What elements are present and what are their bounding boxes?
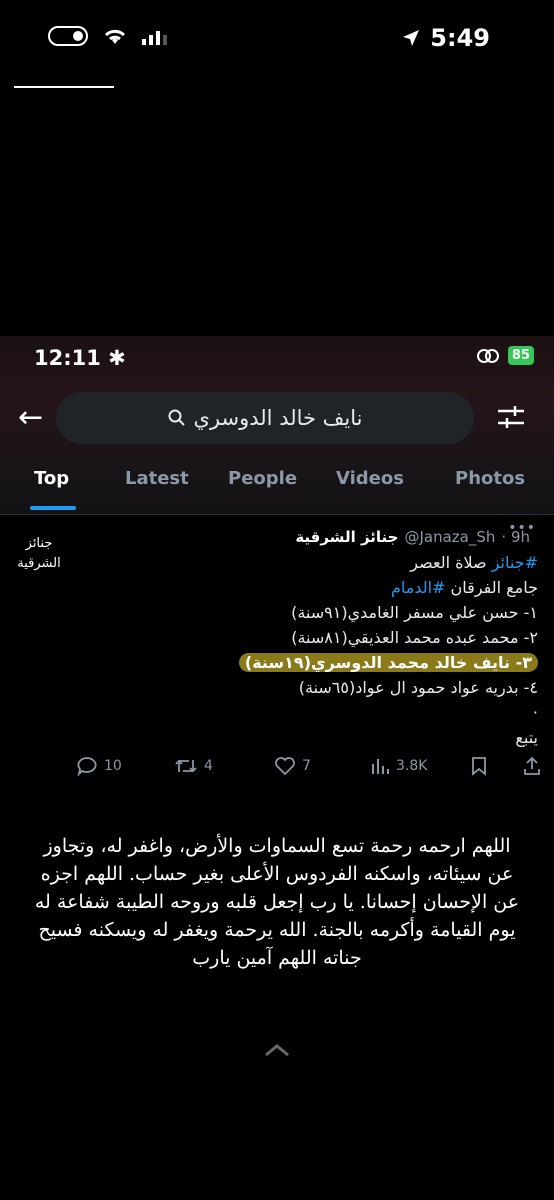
list-item-highlighted: ٣- نايف خالد محمد الدوسري(١٩سنة)	[220, 650, 538, 675]
views-button[interactable]: 3.8K	[370, 756, 427, 776]
tweet-actions: 10 4 7 3.8K	[76, 756, 546, 780]
share-button[interactable]	[522, 756, 542, 776]
views-icon	[372, 759, 389, 774]
avatar-line-1: جنائز	[25, 536, 53, 551]
bookmark-button[interactable]	[470, 756, 488, 776]
chevron-up-icon[interactable]	[262, 1040, 292, 1060]
tab-videos[interactable]: Videos	[336, 468, 404, 489]
avatar-line-2: الشرقية	[17, 556, 61, 571]
search-icon	[168, 409, 185, 426]
reply-icon	[77, 757, 97, 776]
reply-button[interactable]: 10	[76, 756, 122, 776]
retweet-icon	[175, 759, 197, 773]
tab-latest[interactable]: Latest	[125, 468, 189, 489]
back-arrow-icon[interactable]: ←	[18, 400, 43, 435]
tab-top[interactable]: Top	[34, 468, 69, 489]
view-count: 3.8K	[396, 758, 428, 774]
status-left	[48, 26, 168, 46]
location-arrow-icon	[403, 30, 420, 46]
inner-status-right: 85	[476, 346, 534, 365]
tab-people[interactable]: People	[228, 468, 297, 489]
share-icon	[524, 756, 540, 775]
retweet-button[interactable]: 4	[174, 756, 213, 776]
search-input[interactable]: نايف خالد الدوسري	[56, 392, 474, 444]
signal-icon	[142, 31, 167, 45]
filter-icon[interactable]	[496, 402, 526, 432]
tweet-follow: يتبع	[515, 728, 538, 747]
hashtag-janaiz[interactable]: #جنائز	[492, 553, 538, 572]
hashtag-dammam[interactable]: #الدمام	[391, 578, 445, 597]
tabs-divider	[0, 514, 554, 515]
tweet-line-2: جامع الفرقان #الدمام	[220, 575, 538, 600]
tweet-header: جنائز الشرقية @Janaza_Sh · 9h	[295, 528, 530, 546]
tweet-line-1: #جنائز صلاة العصر	[220, 550, 538, 575]
status-right: 5:49	[402, 24, 490, 52]
low-power-toggle-icon	[48, 26, 88, 46]
list-item: ١- حسن علي مسفر الغامدي(٩١سنة)	[291, 603, 538, 622]
avatar[interactable]: جنائز الشرقية	[10, 534, 68, 574]
list-item: ٢- محمد عبده محمد العذيقي(٨١سنة)	[291, 628, 538, 647]
like-button[interactable]: 7	[274, 756, 311, 776]
embedded-screenshot: 12:11 ✱ 85 ← نايف خالد الدوسري Top Lates…	[0, 336, 554, 794]
search-query: نايف خالد الدوسري	[193, 406, 363, 430]
top-divider-line	[14, 86, 114, 88]
inner-status-time: 12:11 ✱	[34, 346, 126, 370]
tweet-dot: ·	[532, 703, 538, 722]
status-bar: 5:49	[0, 0, 554, 80]
status-time: 5:49	[430, 24, 490, 52]
highlighted-name: ٣- نايف خالد محمد الدوسري(١٩سنة)	[238, 653, 538, 672]
tweet-text: #جنائز صلاة العصر جامع الفرقان #الدمام ١…	[220, 550, 538, 750]
tab-photos[interactable]: Photos	[455, 468, 525, 489]
like-count: 7	[302, 758, 311, 774]
heart-icon	[275, 757, 295, 776]
search-header: 12:11 ✱ 85 ← نايف خالد الدوسري Top Lates…	[0, 336, 554, 514]
tweet-author-name[interactable]: جنائز الشرقية	[295, 528, 398, 546]
wifi-icon	[104, 29, 126, 44]
bookmark-icon	[472, 757, 486, 776]
search-tabs: Top Latest People Videos Photos	[0, 454, 554, 514]
reply-count: 10	[104, 758, 122, 774]
battery-badge: 85	[507, 346, 534, 365]
tweet-line-2-text: جامع الفرقان	[445, 578, 538, 597]
link-icon	[476, 348, 499, 363]
story-caption: اللهم ارحمه رحمة تسع السماوات والأرض، وا…	[34, 835, 520, 969]
active-tab-indicator	[30, 506, 76, 510]
inner-status-bar: 12:11 ✱ 85	[0, 336, 554, 382]
tweet-author-handle[interactable]: @Janaza_Sh	[404, 528, 495, 546]
list-item: ٤- بدريه عواد حمود ال عواد(٦٥سنة)	[298, 678, 538, 697]
tweet-time: · 9h	[501, 528, 530, 546]
tweet-line-1-text: صلاة العصر	[410, 553, 492, 572]
retweet-count: 4	[204, 758, 213, 774]
